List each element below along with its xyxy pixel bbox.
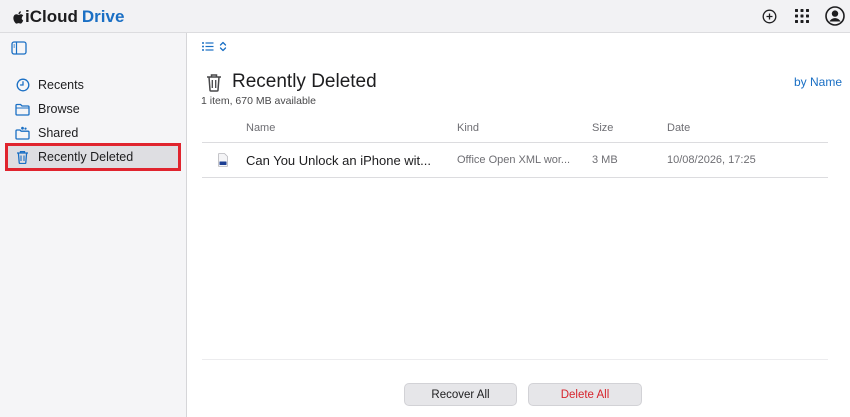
sidebar-toggle-icon[interactable]	[11, 41, 27, 55]
table-row[interactable]: Can You Unlock an iPhone wit... Office O…	[202, 144, 828, 178]
column-header-date[interactable]: Date	[667, 122, 690, 134]
delete-all-button[interactable]: Delete All	[528, 383, 642, 406]
sidebar-item-recently-deleted[interactable]: Recently Deleted	[5, 143, 181, 171]
trash-icon	[15, 150, 30, 165]
apple-icon	[13, 10, 24, 24]
sidebar-item-recents[interactable]: Recents	[6, 73, 180, 97]
app-grid-icon[interactable]	[791, 5, 813, 27]
recover-all-button[interactable]: Recover All	[404, 383, 517, 406]
sidebar: Recents Browse Shared Recently Deleted	[0, 33, 187, 417]
column-header-kind[interactable]: Kind	[457, 122, 479, 134]
word-document-icon	[218, 153, 228, 167]
table-header: Name Kind Size Date	[202, 121, 828, 143]
brand-logo[interactable]: iCloud Drive	[12, 7, 124, 27]
column-header-size[interactable]: Size	[592, 122, 613, 134]
sort-by-button[interactable]: by Name	[794, 75, 842, 89]
brand-drive-text: Drive	[81, 7, 125, 26]
sidebar-item-label: Browse	[38, 102, 80, 116]
storage-summary: 1 item, 670 MB available	[201, 95, 316, 107]
file-size: 3 MB	[592, 154, 618, 166]
footer-divider	[202, 359, 828, 360]
plus-circle-icon[interactable]	[758, 5, 780, 27]
sidebar-item-shared[interactable]: Shared	[6, 121, 180, 145]
list-view-icon	[202, 42, 214, 51]
folder-icon	[15, 102, 30, 117]
trash-title-icon	[207, 73, 221, 92]
file-name: Can You Unlock an iPhone wit...	[246, 153, 432, 168]
sidebar-item-label: Recents	[38, 78, 84, 92]
sidebar-item-browse[interactable]: Browse	[6, 97, 180, 121]
brand-icloud-text: iCloud	[25, 7, 78, 26]
chevron-updown-icon	[219, 41, 227, 52]
main-content: Recently Deleted 1 item, 670 MB availabl…	[188, 33, 850, 417]
clock-icon	[15, 78, 30, 93]
file-kind: Office Open XML wor...	[457, 154, 571, 166]
shared-folder-icon	[15, 126, 30, 141]
view-options-button[interactable]	[202, 41, 227, 52]
column-header-name[interactable]: Name	[246, 122, 275, 134]
top-bar: iCloud Drive	[0, 0, 850, 33]
account-icon[interactable]	[824, 5, 846, 27]
sidebar-item-label: Recently Deleted	[38, 150, 134, 164]
page-title: Recently Deleted	[232, 71, 377, 92]
file-date: 10/08/2026, 17:25	[667, 154, 756, 166]
sidebar-item-label: Shared	[38, 126, 79, 140]
